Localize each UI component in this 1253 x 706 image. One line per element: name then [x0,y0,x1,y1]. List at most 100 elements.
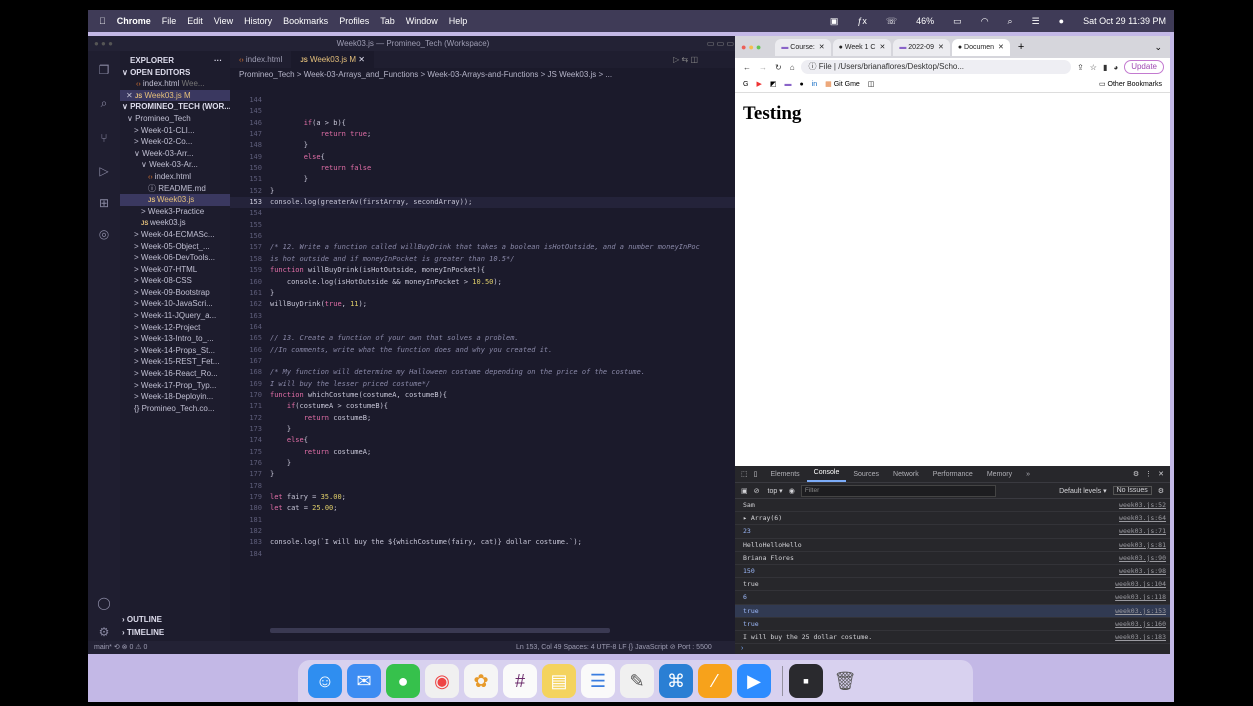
code-line[interactable]: 183 console.log(`I will buy the ${whichCo… [230,537,738,548]
code-line[interactable]: 153 console.log(greaterAv(firstArray, sec… [230,197,738,209]
window-controls-icon[interactable]: ● ● ● [94,36,113,51]
menubar-app-name[interactable]: Chrome [117,16,151,26]
code-line[interactable]: 181 [230,515,738,526]
console-row[interactable]: 6 week03.js:118 [735,591,1170,605]
tree-item[interactable]: > Week-04-ECMASc... [120,229,230,241]
tree-item[interactable]: ∨ Week-03-Ar... [120,159,230,171]
apple-icon[interactable]:  [99,16,106,26]
update-button[interactable]: Update [1124,60,1164,74]
tree-item[interactable]: ‹› index.html [120,171,230,183]
close-window-icon[interactable]: ● [741,42,746,52]
google-icon[interactable]: G [743,81,748,88]
close-icon[interactable]: ✕ [126,91,133,100]
menu-tab[interactable]: Tab [380,16,395,26]
battery-percent[interactable]: 46% [916,16,934,26]
tree-item[interactable]: > Week-05-Object_... [120,241,230,253]
tree-item[interactable]: JS Week03.js [120,194,230,206]
more-actions-icon[interactable]: ··· [214,55,222,67]
code-line[interactable]: 159 function willBuyDrink(isHotOutside, m… [230,265,738,276]
tree-item[interactable]: > Week-11-JQuery_a... [120,310,230,322]
menubar-clock[interactable]: Sat Oct 29 11:39 PM [1083,16,1166,26]
settings-gear-icon[interactable]: ⚙ [1133,470,1139,478]
slack-icon[interactable]: # [503,664,537,698]
horizontal-scrollbar[interactable] [270,628,610,633]
code-line[interactable]: 158 is hot outside and if moneyInPocket i… [230,254,738,265]
menu-edit[interactable]: Edit [187,16,203,26]
bookmark-git-gme[interactable]: ▦ Git Gme [825,80,860,88]
console-value[interactable]: ▸ Array(6) [743,512,782,524]
address-bar[interactable]: ⓘ File | /Users/brianaflores/Desktop/Sch… [800,60,1072,74]
console-row[interactable]: 150 week03.js:98 [735,565,1170,579]
menu-file[interactable]: File [162,16,177,26]
tree-item[interactable]: > Week3-Practice [120,206,230,218]
control-center-icon[interactable]: ☰ [1032,16,1040,27]
run-debug-icon[interactable]: ▷ [97,164,111,178]
tree-item[interactable]: {} Promineo_Tech.co... [120,403,230,415]
tree-item[interactable]: > Week-17-Prop_Typ... [120,380,230,392]
code-line[interactable]: 176 } [230,458,738,469]
filter-input[interactable]: Filter [800,484,996,497]
console-source-link[interactable]: week03.js:81 [1119,539,1166,551]
code-line[interactable]: 166 //In comments, write what the functio… [230,345,738,356]
status-position[interactable]: Ln 153, Col 49 Spaces: 4 UTF-8 LF {} Jav… [516,641,712,654]
code-line[interactable]: 162 willBuyDrink(true, 11); [230,299,738,310]
eye-icon[interactable]: ◉ [789,487,795,495]
console-source-link[interactable]: week03.js:98 [1119,565,1166,577]
tree-item[interactable]: > Week-16-React_Ro... [120,368,230,380]
code-line[interactable]: 145 [230,106,738,117]
chrome-tab-2022[interactable]: ▬ 2022-09 ✕ [893,38,950,56]
tab-search-icon[interactable]: ⌄ [1154,42,1162,53]
log-levels-select[interactable]: Default levels ▾ [1059,487,1106,495]
code-line[interactable]: 177} [230,469,738,480]
kebab-menu-icon[interactable]: ⋮ [1145,470,1152,478]
maximize-window-icon[interactable]: ● [756,42,761,52]
mail-icon[interactable]: ✉ [347,664,381,698]
timeline-section[interactable]: › TIMELINE [120,627,164,639]
status-branch[interactable]: main* ⟲ ⊗ 0 ⚠ 0 [94,641,147,654]
chrome-icon[interactable]: ◉ [425,664,459,698]
inspect-icon[interactable]: ⬚ [741,470,748,478]
code-line[interactable]: 164 [230,322,738,333]
tree-item[interactable]: > Week-06-DevTools... [120,252,230,264]
explorer-icon[interactable]: ❐ [97,63,111,77]
code-line[interactable]: 155 [230,220,738,231]
sublime-icon[interactable]: ⁄ [698,664,732,698]
code-line[interactable]: 174 else{ [230,435,738,446]
code-line[interactable]: 175 return costumeA; [230,447,738,458]
console-source-link[interactable]: week03.js:153 [1115,605,1166,617]
menu-help[interactable]: Help [449,16,468,26]
console-row[interactable]: Sam week03.js:52 [735,499,1170,513]
vscode-icon[interactable]: ⌘ [659,664,693,698]
screenshot-window-icon[interactable]: ▪ [789,664,823,698]
code-line[interactable]: 156 [230,231,738,242]
home-icon[interactable]: ⌂ [790,63,795,72]
console-row[interactable]: ▸ Array(6) week03.js:64 [735,512,1170,526]
profile-avatar[interactable]: ◕ [1113,63,1118,72]
code-line[interactable]: 169 I will buy the lesser priced costume*… [230,379,738,390]
console-prompt[interactable]: › [735,644,1170,654]
code-lines[interactable]: 144 145 146 if(a > b){147 return true; 148 … [230,95,738,560]
tree-item[interactable]: JS week03.js [120,217,230,229]
wifi-icon[interactable]: ◠ [981,16,989,27]
console-source-link[interactable]: week03.js:118 [1115,591,1166,603]
tree-item[interactable]: > Week-13-Intro_to_... [120,333,230,345]
device-toggle-icon[interactable]: ▯ [754,470,758,478]
extensions-icon[interactable]: ⊞ [97,196,111,210]
close-icon[interactable]: ✕ [998,44,1004,51]
tab-elements[interactable]: Elements [763,471,806,478]
search-icon[interactable]: ⌕ [97,96,111,110]
console-row[interactable]: true week03.js:160 [735,618,1170,631]
issues-badge[interactable]: No Issues [1112,486,1152,495]
breadcrumb[interactable]: Promineo_Tech > Week-03-Arrays_and_Funct… [230,68,738,81]
bookmark-icon[interactable]: ◫ [868,80,875,88]
code-line[interactable]: 152} [230,186,738,197]
menu-window[interactable]: Window [406,16,438,26]
layout-toggle-icons[interactable]: ▭ ▭ ▭ [707,36,734,51]
settings-gear-icon[interactable]: ⚙ [97,625,111,639]
console-source-link[interactable]: week03.js:52 [1119,499,1166,511]
clear-console-icon[interactable]: ⊘ [754,487,760,495]
zoom-icon[interactable]: ▶ [737,664,771,698]
other-bookmarks[interactable]: ▭ Other Bookmarks [1099,80,1162,88]
console-source-link[interactable]: week03.js:64 [1119,512,1166,524]
menu-history[interactable]: History [244,16,272,26]
